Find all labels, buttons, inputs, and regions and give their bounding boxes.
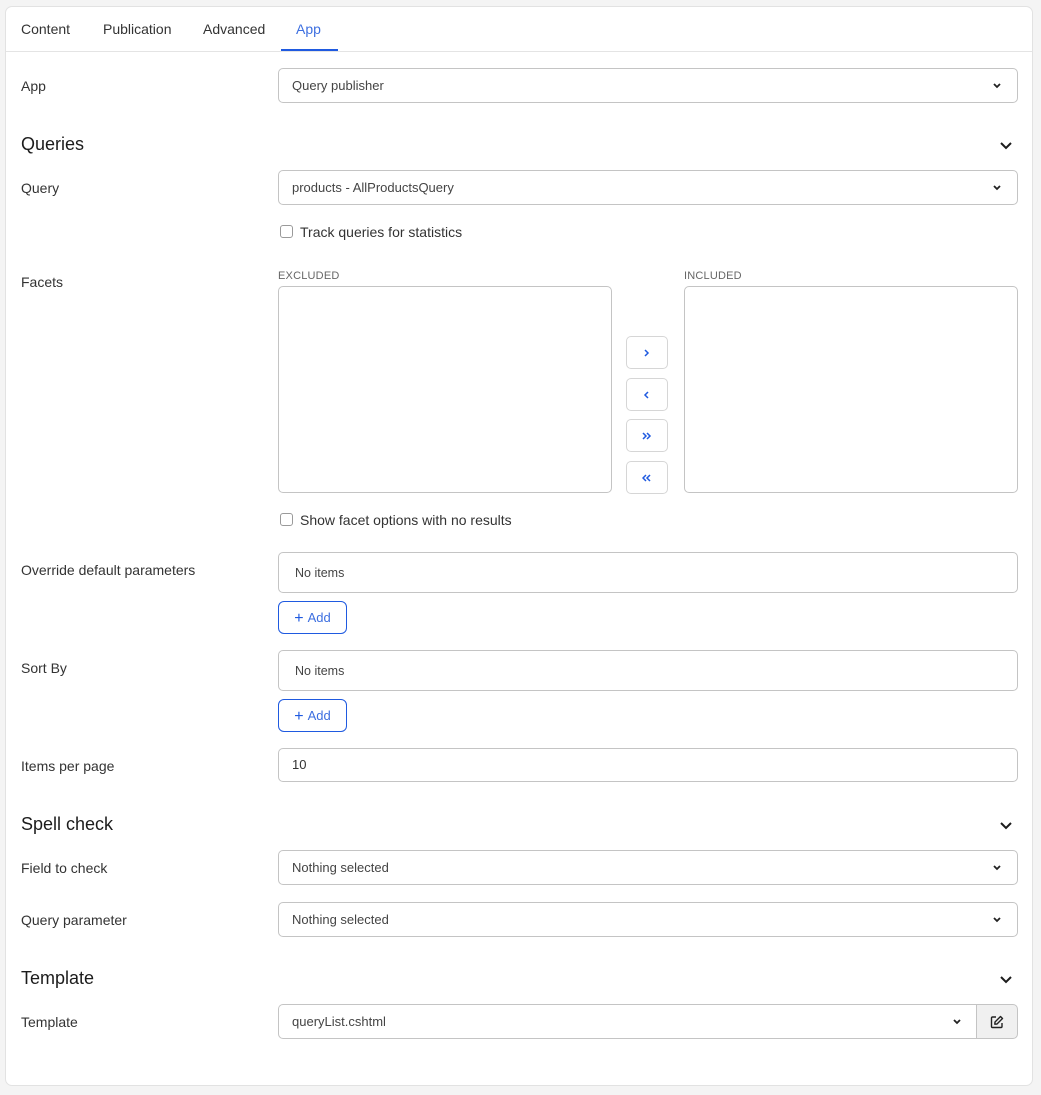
add-button-label: Add bbox=[307, 610, 331, 625]
show-facet-options-label: Show facet options with no results bbox=[300, 512, 512, 528]
queries-collapse-chevron-icon[interactable] bbox=[999, 139, 1013, 153]
app-label: App bbox=[21, 78, 46, 94]
query-select-value: products - AllProductsQuery bbox=[292, 180, 454, 195]
double-chevron-right-icon bbox=[642, 432, 652, 440]
template-heading: Template bbox=[21, 968, 95, 988]
override-params-label: Override default parameters bbox=[21, 562, 196, 578]
chevron-down-icon bbox=[991, 171, 1003, 204]
override-params-list: No items bbox=[278, 552, 1018, 593]
track-queries-option[interactable]: Track queries for statistics bbox=[280, 224, 462, 240]
override-params-empty-text: No items bbox=[295, 566, 345, 580]
double-chevron-left-icon bbox=[641, 474, 651, 482]
items-per-page-input[interactable]: 10 bbox=[278, 748, 1018, 782]
show-facet-options-option[interactable]: Show facet options with no results bbox=[280, 512, 512, 528]
move-all-right-button[interactable] bbox=[626, 419, 668, 452]
included-facets-list[interactable] bbox=[684, 286, 1018, 493]
items-per-page-value: 10 bbox=[292, 757, 307, 772]
move-right-button[interactable] bbox=[626, 336, 668, 369]
add-button-label: Add bbox=[307, 708, 331, 723]
app-select[interactable]: Query publisher bbox=[278, 68, 1018, 103]
plus-icon: + bbox=[294, 610, 304, 627]
chevron-right-icon bbox=[644, 349, 650, 357]
excluded-facets-list[interactable] bbox=[278, 286, 612, 493]
active-tab-indicator bbox=[281, 49, 338, 51]
show-facet-options-checkbox[interactable] bbox=[280, 513, 293, 526]
sort-by-label: Sort By bbox=[21, 660, 67, 676]
chevron-down-icon bbox=[991, 903, 1003, 936]
query-select[interactable]: products - AllProductsQuery bbox=[278, 170, 1018, 205]
settings-card: Content Publication Advanced App App Que… bbox=[5, 6, 1033, 1086]
queries-heading: Queries bbox=[21, 134, 85, 154]
template-collapse-chevron-icon[interactable] bbox=[999, 973, 1013, 987]
tab-app[interactable]: App bbox=[296, 21, 321, 37]
tab-bar: Content Publication Advanced App bbox=[6, 7, 1032, 52]
override-params-add-button[interactable]: + Add bbox=[278, 601, 347, 634]
query-parameter-select[interactable]: Nothing selected bbox=[278, 902, 1018, 937]
facets-label: Facets bbox=[21, 274, 64, 290]
chevron-down-icon bbox=[991, 69, 1003, 102]
sort-by-list: No items bbox=[278, 650, 1018, 691]
move-all-left-button[interactable] bbox=[626, 461, 668, 494]
chevron-down-icon bbox=[951, 1005, 963, 1038]
query-parameter-value: Nothing selected bbox=[292, 912, 389, 927]
query-parameter-label: Query parameter bbox=[21, 912, 127, 928]
tab-advanced[interactable]: Advanced bbox=[203, 21, 265, 37]
template-label: Template bbox=[21, 1014, 78, 1030]
app-select-value: Query publisher bbox=[292, 78, 384, 93]
sort-by-empty-text: No items bbox=[295, 664, 345, 678]
plus-icon: + bbox=[294, 708, 304, 725]
edit-template-button[interactable] bbox=[976, 1004, 1018, 1039]
move-left-button[interactable] bbox=[626, 378, 668, 411]
spell-check-heading: Spell check bbox=[21, 814, 114, 834]
edit-icon bbox=[990, 1015, 1004, 1029]
template-select[interactable]: queryList.cshtml bbox=[278, 1004, 977, 1039]
template-select-value: queryList.cshtml bbox=[292, 1014, 386, 1029]
excluded-label: EXCLUDED bbox=[278, 270, 340, 282]
items-per-page-label: Items per page bbox=[21, 758, 115, 774]
field-to-check-select[interactable]: Nothing selected bbox=[278, 850, 1018, 885]
tab-publication[interactable]: Publication bbox=[103, 21, 172, 37]
chevron-down-icon bbox=[991, 851, 1003, 884]
sort-by-add-button[interactable]: + Add bbox=[278, 699, 347, 732]
chevron-left-icon bbox=[643, 391, 649, 399]
included-label: INCLUDED bbox=[684, 270, 742, 282]
track-queries-label: Track queries for statistics bbox=[300, 224, 463, 240]
track-queries-checkbox[interactable] bbox=[280, 225, 293, 238]
query-label: Query bbox=[21, 180, 60, 196]
spell-check-collapse-chevron-icon[interactable] bbox=[999, 819, 1013, 833]
tab-content[interactable]: Content bbox=[21, 21, 70, 37]
field-to-check-label: Field to check bbox=[21, 860, 108, 876]
field-to-check-value: Nothing selected bbox=[292, 860, 389, 875]
